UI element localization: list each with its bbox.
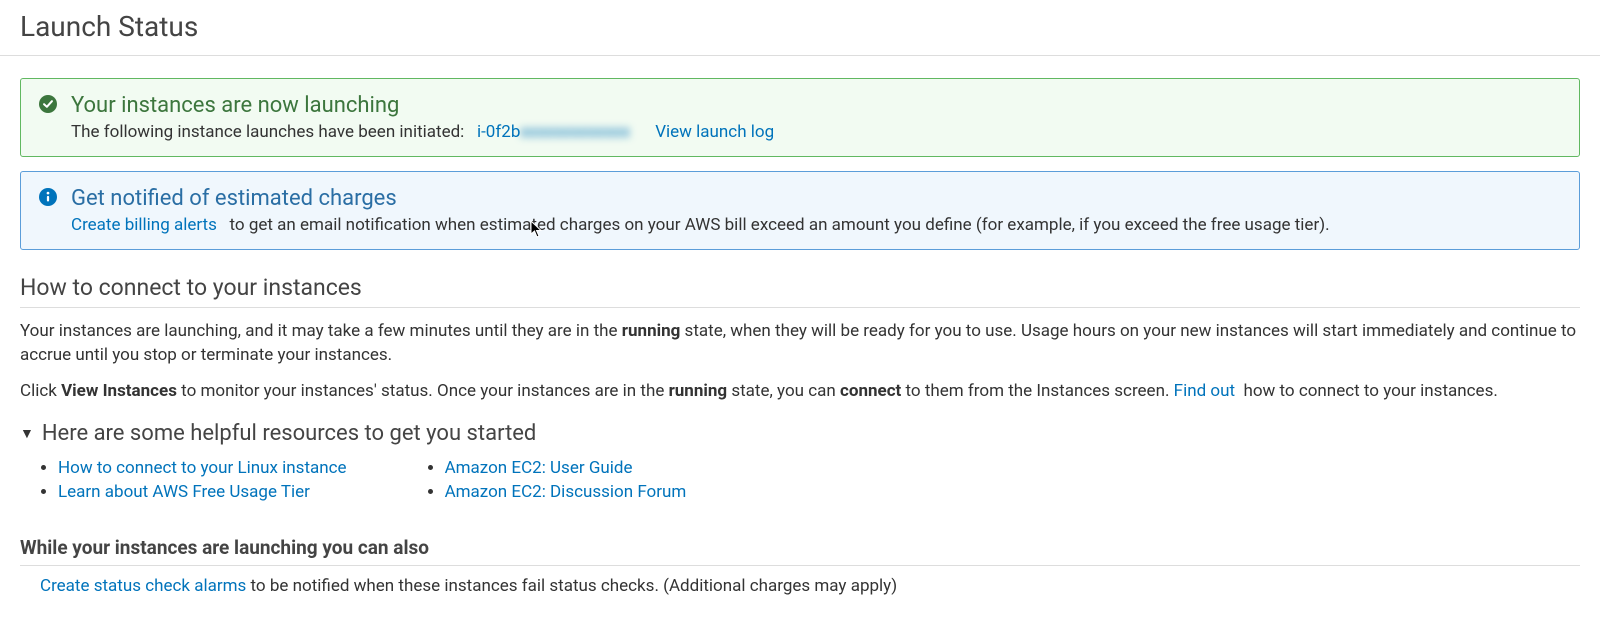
resources-heading: Here are some helpful resources to get y… xyxy=(42,421,536,446)
resource-link[interactable]: Amazon EC2: Discussion Forum xyxy=(445,482,687,502)
alert-info-text: Create billing alerts to get an email no… xyxy=(71,215,1561,235)
create-status-alarms-link[interactable]: Create status check alarms xyxy=(40,576,246,596)
alert-info-rest: to get an email notification when estima… xyxy=(230,215,1330,235)
connect-heading: How to connect to your instances xyxy=(20,274,1580,308)
resources-expander[interactable]: ▼ Here are some helpful resources to get… xyxy=(20,421,1580,446)
list-item: How to connect to your Linux instance xyxy=(58,458,347,478)
list-item: Amazon EC2: User Guide xyxy=(445,458,687,478)
find-out-link[interactable]: Find out xyxy=(1174,381,1235,401)
connect-paragraph-1: Your instances are launching, and it may… xyxy=(20,320,1580,368)
list-item: Learn about AWS Free Usage Tier xyxy=(58,482,347,502)
alert-success-title: Your instances are now launching xyxy=(71,93,1561,118)
instance-id-link[interactable]: i-0f2bxxxxxxxxxxxxx xyxy=(477,122,630,142)
page-title: Launch Status xyxy=(0,0,1600,56)
list-item: Amazon EC2: Discussion Forum xyxy=(445,482,687,502)
resources-links: How to connect to your Linux instance Le… xyxy=(20,454,1580,506)
check-circle-icon xyxy=(39,95,57,113)
also-line-1: Create status check alarms to be notifie… xyxy=(40,576,1580,596)
resource-link[interactable]: How to connect to your Linux instance xyxy=(58,458,347,478)
launch-prefix: The following instance launches have bee… xyxy=(71,122,464,142)
view-launch-log-link[interactable]: View launch log xyxy=(655,122,774,142)
resource-link[interactable]: Amazon EC2: User Guide xyxy=(445,458,633,478)
info-circle-icon xyxy=(39,188,57,206)
alert-success-text: The following instance launches have bee… xyxy=(71,122,1561,142)
alert-info: Get notified of estimated charges Create… xyxy=(20,171,1580,250)
also-heading: While your instances are launching you c… xyxy=(20,536,1580,566)
resource-link[interactable]: Learn about AWS Free Usage Tier xyxy=(58,482,310,502)
alert-success: Your instances are now launching The fol… xyxy=(20,78,1580,157)
caret-down-icon: ▼ xyxy=(20,425,34,442)
alert-info-title: Get notified of estimated charges xyxy=(71,186,1561,211)
connect-paragraph-2: Click View Instances to monitor your ins… xyxy=(20,380,1580,404)
create-billing-alerts-link[interactable]: Create billing alerts xyxy=(71,215,217,235)
